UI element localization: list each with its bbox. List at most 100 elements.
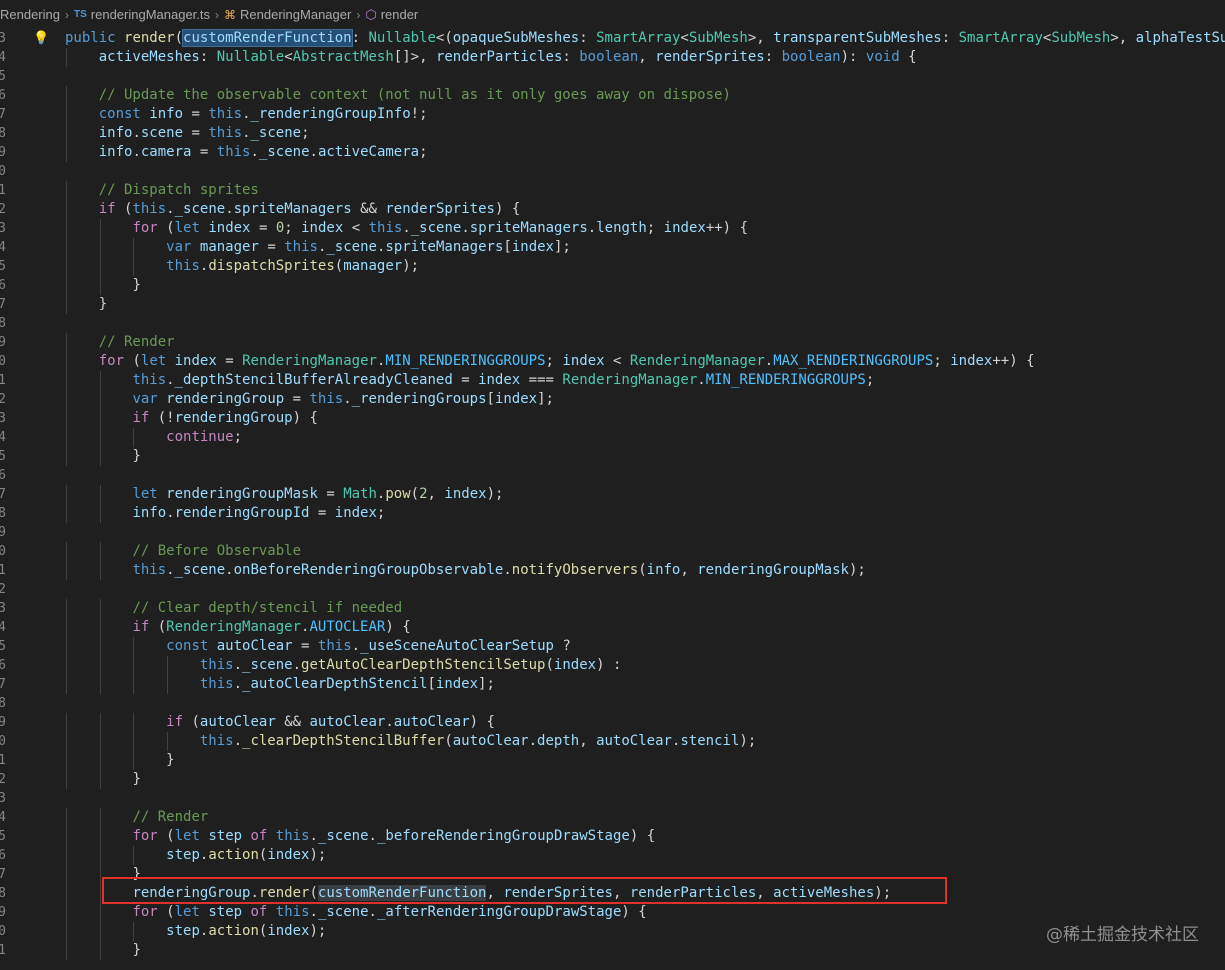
typescript-file-icon: TS [74, 9, 87, 20]
code-line[interactable]: 6 step.action(index); [0, 846, 1225, 865]
code-text: this._scene.getAutoClearDepthStencilSetu… [199, 657, 622, 673]
line-number: 4 [0, 810, 6, 825]
code-text: } [132, 277, 141, 293]
code-line[interactable]: 8 [0, 314, 1225, 333]
code-line[interactable]: 4 if (RenderingManager.AUTOCLEAR) { [0, 618, 1225, 637]
breadcrumb-folder[interactable]: Rendering [0, 7, 60, 22]
line-number: 2 [0, 582, 6, 597]
code-text: const info = this._renderingGroupInfo!; [98, 106, 428, 122]
line-number: 3 [0, 221, 6, 236]
code-line[interactable]: 1 this._depthStencilBufferAlreadyCleaned… [0, 371, 1225, 390]
chevron-right-icon: › [65, 7, 69, 22]
code-text: } [132, 942, 141, 958]
code-line[interactable]: 0 for (let index = RenderingManager.MIN_… [0, 352, 1225, 371]
code-text: this._depthStencilBufferAlreadyCleaned =… [132, 372, 875, 388]
line-number: 9 [0, 715, 6, 730]
code-line[interactable]: 0 [0, 162, 1225, 181]
method-icon: ⬡ [365, 6, 377, 22]
code-line[interactable]: 7 let renderingGroupMask = Math.pow(2, i… [0, 485, 1225, 504]
code-text: // Clear depth/stencil if needed [132, 600, 403, 616]
code-line[interactable]: 8 [0, 694, 1225, 713]
line-number: 5 [0, 69, 6, 84]
line-number: 9 [0, 905, 6, 920]
code-line[interactable]: 6 [0, 466, 1225, 485]
code-text: info.scene = this._scene; [98, 125, 310, 141]
code-text: // Render [98, 334, 175, 350]
code-line[interactable]: 3 // Clear depth/stencil if needed [0, 599, 1225, 618]
code-line[interactable]: 8 info.renderingGroupId = index; [0, 504, 1225, 523]
code-line[interactable]: 7 const info = this._renderingGroupInfo!… [0, 105, 1225, 124]
highlight-box [102, 877, 947, 904]
code-line[interactable]: 5 this.dispatchSprites(manager); [0, 257, 1225, 276]
code-line[interactable]: 9 [0, 523, 1225, 542]
code-text: continue; [166, 429, 243, 445]
code-editor[interactable]: 3 💡 public render(customRenderFunction: Nu… [0, 29, 1225, 970]
code-line[interactable]: 7 } [0, 295, 1225, 314]
code-line[interactable]: 8 info.scene = this._scene; [0, 124, 1225, 143]
code-line[interactable]: 1 } [0, 941, 1225, 960]
breadcrumb-method[interactable]: ⬡ render [365, 7, 418, 23]
line-number: 8 [0, 886, 6, 901]
line-number: 5 [0, 829, 6, 844]
code-line[interactable]: 2 if (this._scene.spriteManagers && rend… [0, 200, 1225, 219]
code-line[interactable]: 3 for (let index = 0; index < this._scen… [0, 219, 1225, 238]
code-line[interactable]: 1 this._scene.onBeforeRenderingGroupObse… [0, 561, 1225, 580]
code-line[interactable]: 2 } [0, 770, 1225, 789]
watermark: @稀土掘金技术社区 [1046, 925, 1199, 945]
breadcrumb-class[interactable]: ⌘ RenderingManager [224, 7, 351, 22]
line-number: 6 [0, 658, 6, 673]
code-line[interactable]: 9 if (autoClear && autoClear.autoClear) … [0, 713, 1225, 732]
code-line[interactable]: 4 continue; [0, 428, 1225, 447]
line-number: 8 [0, 696, 6, 711]
code-line[interactable]: 6 this._scene.getAutoClearDepthStencilSe… [0, 656, 1225, 675]
code-line[interactable]: 4 activeMeshes: Nullable<AbstractMesh[]>… [0, 48, 1225, 67]
code-text: step.action(index); [166, 847, 327, 863]
code-text: public render(customRenderFunction: Null… [65, 29, 1225, 47]
code-text: // Update the observable context (not nu… [98, 87, 731, 103]
line-number: 0 [0, 544, 6, 559]
code-line[interactable]: 5 [0, 67, 1225, 86]
code-line[interactable]: 1 } [0, 751, 1225, 770]
code-line[interactable]: 0 step.action(index); [0, 922, 1225, 941]
code-line[interactable]: 9 info.camera = this._scene.activeCamera… [0, 143, 1225, 162]
code-line[interactable]: 1 // Dispatch sprites [0, 181, 1225, 200]
breadcrumb-method-label: render [380, 7, 419, 22]
line-number: 6 [0, 88, 6, 103]
code-line[interactable]: 4 // Render [0, 808, 1225, 827]
code-line[interactable]: 0 this._clearDepthStencilBuffer(autoClea… [0, 732, 1225, 751]
code-line[interactable]: 5 for (let step of this._scene._beforeRe… [0, 827, 1225, 846]
code-text: let renderingGroupMask = Math.pow(2, ind… [132, 486, 504, 502]
code-line[interactable]: 2 [0, 580, 1225, 599]
code-line[interactable]: 6 // Update the observable context (not … [0, 86, 1225, 105]
line-number: 8 [0, 316, 6, 331]
breadcrumb-folder-label: Rendering [0, 7, 60, 22]
chevron-right-icon: › [215, 7, 220, 22]
lightbulb-icon[interactable]: 💡 [33, 29, 49, 48]
code-text: } [132, 771, 141, 787]
line-number: 2 [0, 392, 6, 407]
line-number: 4 [0, 240, 6, 255]
code-line[interactable]: 5 } [0, 447, 1225, 466]
line-number: 0 [0, 734, 6, 749]
line-number: 7 [0, 297, 6, 312]
breadcrumb-file[interactable]: TS renderingManager.ts [74, 7, 210, 22]
code-line[interactable]: 3 💡 public render(customRenderFunction: Nu… [0, 29, 1225, 48]
line-number: 0 [0, 164, 6, 179]
code-line[interactable]: 5 const autoClear = this._useSceneAutoCl… [0, 637, 1225, 656]
code-line[interactable]: 9 // Render [0, 333, 1225, 352]
code-line[interactable]: 3 if (!renderingGroup) { [0, 409, 1225, 428]
code-text: } [132, 448, 141, 464]
code-line[interactable]: 7 this._autoClearDepthStencil[index]; [0, 675, 1225, 694]
code-line[interactable]: 6 } [0, 276, 1225, 295]
code-line[interactable]: 3 [0, 789, 1225, 808]
code-line[interactable]: 4 var manager = this._scene.spriteManage… [0, 238, 1225, 257]
code-text: activeMeshes: Nullable<AbstractMesh[]>, … [98, 49, 917, 65]
code-text: for (let step of this._scene._afterRende… [132, 904, 647, 920]
code-line[interactable]: 0 // Before Observable [0, 542, 1225, 561]
code-text: var renderingGroup = this._renderingGrou… [132, 391, 554, 407]
code-text: var manager = this._scene.spriteManagers… [166, 239, 571, 255]
code-text: const autoClear = this._useSceneAutoClea… [166, 638, 571, 654]
code-line[interactable]: 9 for (let step of this._scene._afterRen… [0, 903, 1225, 922]
code-text: // Before Observable [132, 543, 302, 559]
code-line[interactable]: 2 var renderingGroup = this._renderingGr… [0, 390, 1225, 409]
